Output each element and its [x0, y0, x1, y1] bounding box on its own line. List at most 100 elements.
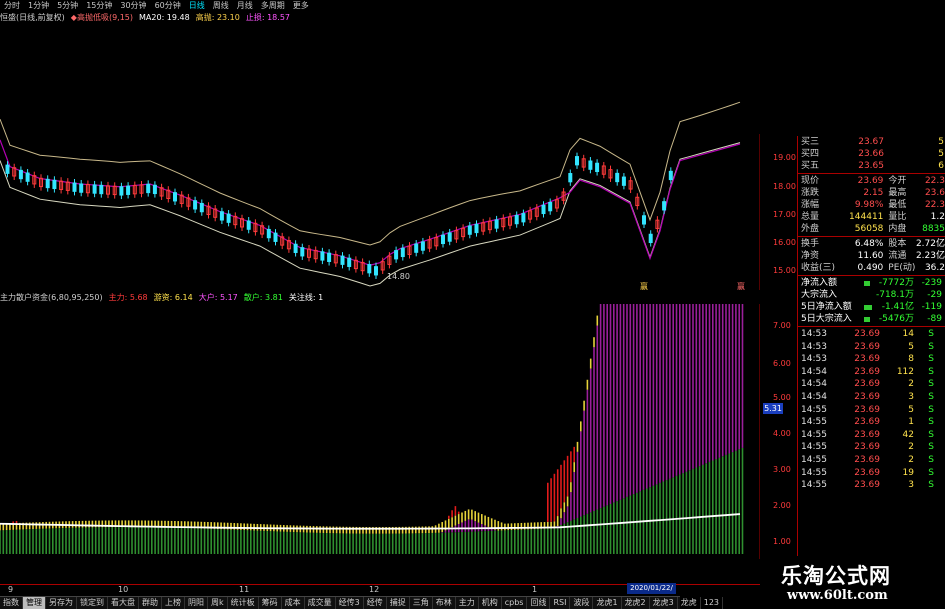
- stat-label: 流通: [888, 251, 907, 261]
- value-tick-label: 6.00: [773, 359, 791, 368]
- bottom-tab[interactable]: 成交量: [305, 597, 336, 609]
- bottom-tab[interactable]: 123: [701, 597, 724, 609]
- tick-time: 14:54: [801, 391, 827, 402]
- tick-row[interactable]: 14:55 23.69 2 S: [798, 441, 945, 454]
- stat-value: 9.98%: [854, 200, 884, 210]
- bottom-tab[interactable]: 龙虎2: [622, 597, 650, 609]
- stat-value: 2.72亿: [915, 239, 945, 249]
- tick-row[interactable]: 14:54 23.69 2 S: [798, 378, 945, 391]
- period-tab[interactable]: 60分钟: [151, 0, 185, 11]
- bottom-tab[interactable]: 波段: [570, 597, 594, 609]
- tick-row[interactable]: 14:54 23.69 112 S: [798, 366, 945, 379]
- flow-value: -718.1万: [875, 290, 914, 300]
- bottom-tab[interactable]: 布林: [433, 597, 456, 609]
- tick-row[interactable]: 14:55 23.69 2 S: [798, 454, 945, 467]
- bottom-tab[interactable]: 主力: [456, 597, 479, 609]
- bottom-tab[interactable]: 回线: [527, 597, 551, 609]
- bottom-tab[interactable]: 经传: [364, 597, 387, 609]
- stat-label: 最低: [888, 200, 907, 210]
- tick-row[interactable]: 14:55 23.69 19 S: [798, 467, 945, 480]
- tick-row[interactable]: 14:53 23.69 8 S: [798, 353, 945, 366]
- candle-body: [514, 214, 519, 225]
- ask-row: 买三 23.67 5: [798, 136, 945, 148]
- tick-list[interactable]: 14:53 23.69 14 S 14:53 23.69 5 S 14:53 23.69 8 S 14:…: [798, 328, 945, 492]
- indicator-name[interactable]: ◆高抛低吸(9,15): [71, 12, 133, 24]
- bottom-tab[interactable]: 龙虎1: [593, 597, 622, 609]
- stat-value: 36.2: [924, 263, 945, 273]
- stat-row: 收益(三) 0.490 PE(动) 36.2: [798, 262, 945, 274]
- tick-side: S: [928, 454, 934, 465]
- bottom-tab[interactable]: 看大盘: [108, 597, 139, 609]
- candlestick-chart[interactable]: [0, 24, 760, 290]
- ask-label: 买五: [801, 161, 820, 171]
- quote-stats: 现价 23.69 今开 22.3 涨跌 2.15 最高 23.6 涨幅 9.98% 最低 22.3 总量…: [798, 175, 945, 235]
- tick-row[interactable]: 14:55 23.69 5 S: [798, 404, 945, 417]
- bottom-tab[interactable]: cpbs: [502, 597, 528, 609]
- bottom-tab[interactable]: 另存为: [46, 597, 77, 609]
- period-tab[interactable]: 月线: [233, 0, 257, 11]
- tick-row[interactable]: 14:55 23.69 42 S: [798, 429, 945, 442]
- bottom-tab[interactable]: 周k: [208, 597, 228, 609]
- tick-side: S: [928, 391, 934, 402]
- bottom-tab[interactable]: 锁定到: [77, 597, 108, 609]
- flow-bar: [864, 277, 874, 289]
- bottom-tab[interactable]: 三角: [410, 597, 433, 609]
- tick-row[interactable]: 14:55 23.69 1 S: [798, 416, 945, 429]
- candle-body: [575, 156, 579, 166]
- tick-row[interactable]: 14:55 23.69 3 S: [798, 479, 945, 492]
- bottom-tab[interactable]: 龙虎: [678, 597, 701, 609]
- price-tick-label: 18.00: [773, 182, 796, 191]
- bottom-tab[interactable]: 筹码: [259, 597, 282, 609]
- period-tab[interactable]: 5分钟: [53, 0, 82, 11]
- stat-value: 1.2: [930, 212, 945, 222]
- period-tab[interactable]: 周线: [209, 0, 233, 11]
- bottom-tab[interactable]: 机构: [479, 597, 502, 609]
- tick-price: 23.69: [854, 379, 880, 390]
- bottom-tab[interactable]: 捕捉: [387, 597, 410, 609]
- period-tab[interactable]: 15分钟: [82, 0, 116, 11]
- tick-row[interactable]: 14:53 23.69 14 S: [798, 328, 945, 341]
- bottom-tab[interactable]: 龙虎3: [650, 597, 678, 609]
- date-tick-label: 10: [118, 585, 129, 594]
- period-tab[interactable]: 更多: [289, 0, 313, 11]
- period-tab[interactable]: 30分钟: [116, 0, 150, 11]
- period-tab[interactable]: 多周期: [257, 0, 289, 11]
- bottom-tab[interactable]: 统计板: [228, 597, 259, 609]
- candle-body: [474, 223, 479, 234]
- period-tab[interactable]: 分时: [0, 0, 24, 11]
- capital-flow-chart[interactable]: [0, 304, 760, 559]
- candle-body: [548, 201, 553, 212]
- flow-value-2: -119: [921, 302, 942, 312]
- price-tick-label: 19.00: [773, 153, 796, 162]
- ask-volume: 5: [938, 137, 944, 147]
- candle-body: [420, 241, 425, 251]
- bottom-tab[interactable]: 经传3: [336, 597, 364, 609]
- candle-body: [99, 184, 104, 195]
- tick-time: 14:55: [801, 417, 827, 428]
- tick-time: 14:54: [801, 366, 827, 377]
- flow-value-2: -29: [927, 290, 942, 300]
- tick-row[interactable]: 14:54 23.69 3 S: [798, 391, 945, 404]
- bottom-tab[interactable]: 指数: [0, 597, 23, 609]
- flow-value-2: -239: [921, 278, 942, 288]
- marker-right: 赢: [737, 282, 745, 291]
- ask-price: 23.65: [858, 161, 884, 171]
- tick-time: 14:54: [801, 379, 827, 390]
- tick-time: 14:55: [801, 404, 827, 415]
- bottom-tab[interactable]: 阴阳: [185, 597, 208, 609]
- bottom-tab[interactable]: RSI: [550, 597, 571, 609]
- bottom-tab[interactable]: 上榜: [162, 597, 185, 609]
- period-tab[interactable]: 日线: [185, 0, 209, 11]
- tick-price: 23.69: [854, 417, 880, 428]
- stop-loss-label: 止损: 18.57: [245, 13, 290, 22]
- tick-row[interactable]: 14:53 23.69 5 S: [798, 341, 945, 354]
- ma-line: [0, 139, 741, 266]
- period-tab[interactable]: 1分钟: [24, 0, 53, 11]
- bottom-tab[interactable]: 成本: [282, 597, 305, 609]
- tick-price: 23.69: [854, 404, 880, 415]
- bottom-tab[interactable]: 群助: [139, 597, 162, 609]
- bottom-tab[interactable]: 管理: [23, 597, 46, 609]
- stat-row: 净资 11.60 流通 2.23亿: [798, 250, 945, 262]
- sub-indicator-title[interactable]: 主力散户资金(6,80,95,250): [0, 292, 103, 304]
- candle-body: [494, 219, 499, 229]
